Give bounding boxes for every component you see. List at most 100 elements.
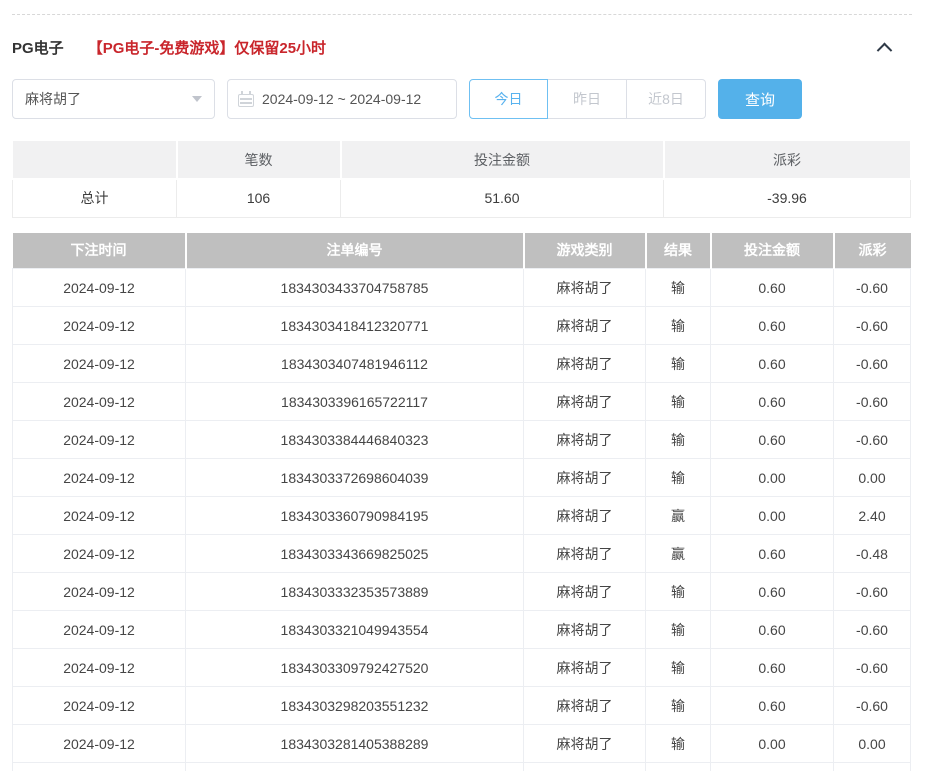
bet-time-cell: 2024-09-12	[13, 687, 186, 725]
date-range-input[interactable]: 2024-09-12 ~ 2024-09-12	[227, 79, 457, 119]
bet-time-cell: 2024-09-12	[13, 307, 186, 345]
bet-time-cell: 2024-09-12	[13, 649, 186, 687]
payout-cell: -0.60	[834, 345, 911, 383]
order-id-cell: 1834303433704758785	[186, 269, 524, 307]
game-type-cell: 麻将胡了	[524, 421, 646, 459]
game-type-cell: 麻将胡了	[524, 269, 646, 307]
order-id-cell: 1834303321049943554	[186, 611, 524, 649]
bet-time-cell: 2024-09-12	[13, 383, 186, 421]
payout-cell: -0.60	[834, 307, 911, 345]
summary-total-bet-amount: 51.60	[341, 179, 664, 217]
result-cell: 输	[646, 649, 711, 687]
result-cell: 输	[646, 687, 711, 725]
result-cell: 输	[646, 383, 711, 421]
game-select[interactable]: 麻将胡了	[12, 79, 215, 119]
bet-time-cell: 2024-09-12	[13, 421, 186, 459]
col-header-bet-time: 下注时间	[13, 233, 186, 269]
table-row: 2024-09-121834303281405388289麻将胡了输0.000.…	[13, 725, 911, 763]
result-cell: 输	[646, 307, 711, 345]
result-cell: 输	[646, 611, 711, 649]
payout-cell: 0.00	[834, 725, 911, 763]
game-type-cell: 麻将胡了	[524, 497, 646, 535]
payout-cell: -0.60	[834, 269, 911, 307]
table-row: 2024-09-121834303332353573889麻将胡了输0.60-0…	[13, 573, 911, 611]
bet-amount-cell: 0.60	[711, 573, 834, 611]
bet-amount-cell: 0.60	[711, 649, 834, 687]
order-id-cell: 1834303298203551232	[186, 687, 524, 725]
table-row: 2024-09-121834303321049943554麻将胡了输0.60-0…	[13, 611, 911, 649]
table-row: 2024-09-121834303433704758785麻将胡了输0.60-0…	[13, 269, 911, 307]
bet-time-cell: 2024-09-12	[13, 535, 186, 573]
order-id-cell: 1834303384446840323	[186, 421, 524, 459]
summary-header-count: 笔数	[177, 141, 341, 179]
payout-cell: -0.60	[834, 421, 911, 459]
table-row: 2024-09-121834303309792427520麻将胡了输0.60-0…	[13, 649, 911, 687]
table-row: 2024-09-121834303298203551232麻将胡了输0.60-0…	[13, 687, 911, 725]
bet-amount-cell: 0.00	[711, 497, 834, 535]
summary-header-bet-amount: 投注金额	[341, 141, 664, 179]
bet-time-cell: 2024-09-12	[13, 345, 186, 383]
bet-records-table: 下注时间 注单编号 游戏类别 结果 投注金额 派彩 2024-09-121834…	[12, 233, 911, 771]
yesterday-button[interactable]: 昨日	[548, 79, 627, 119]
chevron-up-icon	[876, 42, 892, 58]
empty-cell	[186, 763, 524, 771]
payout-cell: -0.60	[834, 649, 911, 687]
table-row: 2024-09-121834303372698604039麻将胡了输0.000.…	[13, 459, 911, 497]
order-id-cell: 1834303281405388289	[186, 725, 524, 763]
summary-total-count: 106	[177, 179, 341, 217]
result-cell: 输	[646, 725, 711, 763]
bet-amount-cell: 0.60	[711, 687, 834, 725]
empty-cell	[711, 763, 834, 771]
game-type-cell: 麻将胡了	[524, 649, 646, 687]
bet-amount-cell: 0.60	[711, 269, 834, 307]
result-cell: 输	[646, 459, 711, 497]
col-header-game-type: 游戏类别	[524, 233, 646, 269]
provider-title: PG电子	[12, 37, 64, 58]
payout-cell: -0.60	[834, 383, 911, 421]
payout-cell: 2.40	[834, 497, 911, 535]
date-range-value: 2024-09-12 ~ 2024-09-12	[262, 91, 421, 107]
payout-cell: -0.48	[834, 535, 911, 573]
bet-time-cell: 2024-09-12	[13, 573, 186, 611]
result-cell: 输	[646, 269, 711, 307]
game-type-cell: 麻将胡了	[524, 535, 646, 573]
summary-header-payout: 派彩	[664, 141, 911, 179]
today-button[interactable]: 今日	[469, 79, 548, 119]
table-row: 2024-09-121834303343669825025麻将胡了赢0.60-0…	[13, 535, 911, 573]
payout-cell: -0.60	[834, 611, 911, 649]
order-id-cell: 1834303407481946112	[186, 345, 524, 383]
bet-table-header-row: 下注时间 注单编号 游戏类别 结果 投注金额 派彩	[13, 233, 911, 269]
result-cell: 输	[646, 421, 711, 459]
game-type-cell: 麻将胡了	[524, 611, 646, 649]
calendar-icon	[238, 94, 254, 107]
collapse-panel-button[interactable]	[874, 37, 894, 57]
betting-records-panel: PG电子 【PG电子-免费游戏】仅保留25小时 麻将胡了 2024-09-12 …	[0, 0, 926, 771]
last8days-button[interactable]: 近8日	[627, 79, 706, 119]
query-button[interactable]: 查询	[718, 79, 802, 119]
bet-amount-cell: 0.00	[711, 725, 834, 763]
empty-cell	[834, 763, 911, 771]
col-header-result: 结果	[646, 233, 711, 269]
summary-total-label: 总计	[13, 179, 177, 217]
bet-amount-cell: 0.60	[711, 345, 834, 383]
bet-time-cell: 2024-09-12	[13, 497, 186, 535]
bet-amount-cell: 0.60	[711, 535, 834, 573]
table-row: 2024-09-121834303407481946112麻将胡了输0.60-0…	[13, 345, 911, 383]
panel-header: PG电子 【PG电子-免费游戏】仅保留25小时	[12, 36, 912, 58]
bet-time-cell: 2024-09-12	[13, 611, 186, 649]
result-cell: 输	[646, 573, 711, 611]
payout-cell: 0.00	[834, 459, 911, 497]
result-cell: 输	[646, 345, 711, 383]
game-type-cell: 麻将胡了	[524, 307, 646, 345]
table-row: 2024-09-121834303396165722117麻将胡了输0.60-0…	[13, 383, 911, 421]
payout-cell: -0.60	[834, 687, 911, 725]
bet-time-cell: 2024-09-12	[13, 725, 186, 763]
table-row: 2024-09-121834303360790984195麻将胡了赢0.002.…	[13, 497, 911, 535]
bet-amount-cell: 0.60	[711, 611, 834, 649]
bet-time-cell: 2024-09-12	[13, 459, 186, 497]
game-select-value: 麻将胡了	[25, 89, 81, 109]
top-dashed-divider	[12, 14, 912, 15]
bet-table-body: 2024-09-121834303433704758785麻将胡了输0.60-0…	[13, 269, 911, 771]
game-type-cell: 麻将胡了	[524, 345, 646, 383]
result-cell: 赢	[646, 535, 711, 573]
